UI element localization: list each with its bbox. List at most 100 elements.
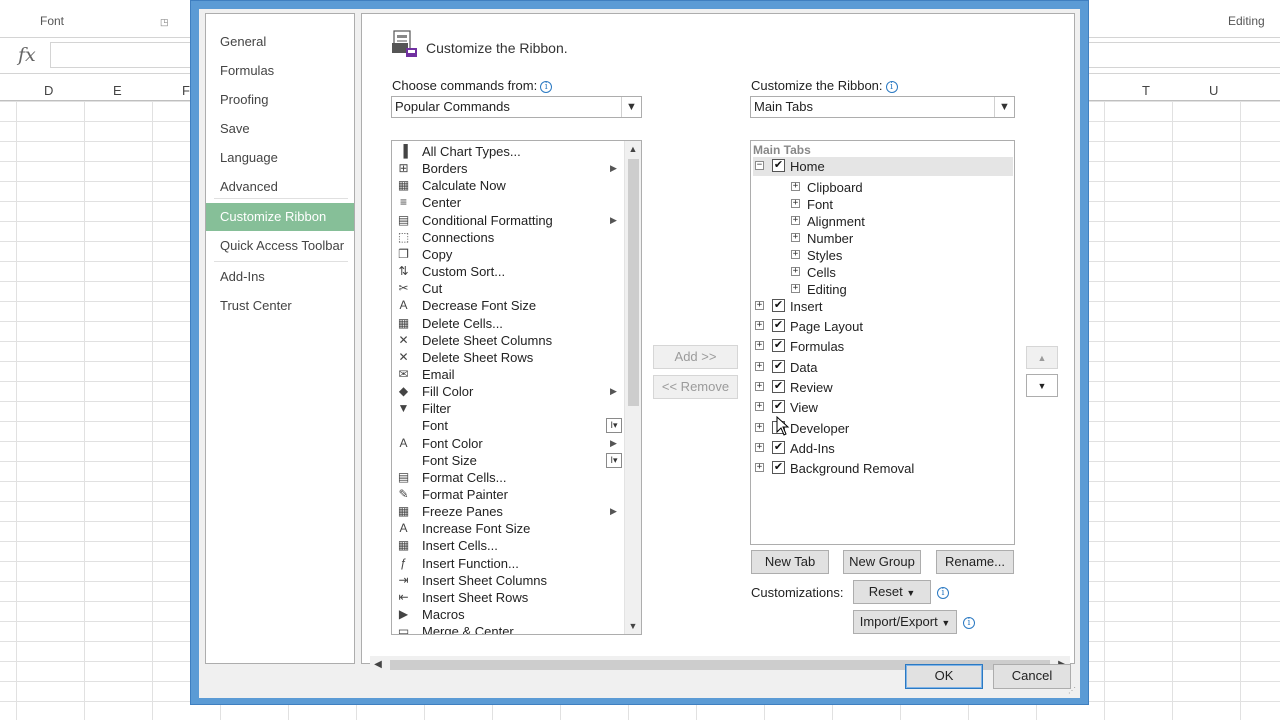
ok-button[interactable]: OK — [905, 664, 983, 689]
checkbox-checked[interactable]: ✔ — [772, 299, 785, 312]
tree-item-insert[interactable]: + ✔ Insert — [753, 297, 1013, 316]
customize-ribbon-dropdown[interactable]: Main Tabs ▼ — [750, 96, 1015, 118]
command-item[interactable]: ✉ Email — [394, 366, 620, 383]
command-item[interactable]: ƒ Insert Function... — [394, 555, 620, 572]
nav-item-language[interactable]: Language — [206, 144, 354, 172]
tree-item-formulas[interactable]: + ✔ Formulas — [753, 337, 1013, 356]
expand-icon[interactable]: + — [755, 423, 764, 432]
commands-list[interactable]: ▐ All Chart Types... ⊞ Borders ▶ ▦ Calculate N… — [391, 140, 642, 635]
rename-button[interactable]: Rename... — [936, 550, 1014, 574]
tree-item-home[interactable]: − ✔ Home — [753, 157, 1013, 176]
command-item[interactable]: ❐ Copy — [394, 246, 620, 263]
tree-item-view[interactable]: + ✔ View — [753, 398, 1013, 417]
checkbox-checked[interactable]: ✔ — [772, 339, 785, 352]
new-group-button[interactable]: New Group — [843, 550, 921, 574]
checkbox-checked[interactable]: ✔ — [772, 319, 785, 332]
remove-button[interactable]: << Remove — [653, 375, 738, 399]
move-down-button[interactable]: ▼ — [1026, 374, 1058, 397]
command-item[interactable]: ⇅ Custom Sort... — [394, 263, 620, 280]
insert-function-icon[interactable]: fx — [18, 44, 36, 66]
resize-grip-icon[interactable]: ⋰ — [1068, 686, 1076, 695]
nav-item-customize-ribbon[interactable]: Customize Ribbon — [206, 203, 354, 231]
tree-item-add-ins[interactable]: + ✔ Add-Ins — [753, 439, 1013, 458]
expand-icon[interactable]: + — [755, 402, 764, 411]
move-up-button[interactable]: ▲ — [1026, 346, 1058, 369]
command-item[interactable]: ▦ Insert Cells... — [394, 537, 620, 554]
expand-icon[interactable]: + — [791, 233, 800, 242]
column-header[interactable]: T — [1142, 83, 1150, 98]
command-item[interactable]: A Increase Font Size — [394, 520, 620, 537]
command-item[interactable]: ✎ Format Painter — [394, 486, 620, 503]
tree-item-background-removal[interactable]: + ✔ Background Removal — [753, 459, 1013, 478]
command-item[interactable]: ✂ Cut — [394, 280, 620, 297]
info-icon[interactable]: i — [885, 81, 898, 93]
expand-icon[interactable]: + — [791, 199, 800, 208]
command-item[interactable]: ✕ Delete Sheet Rows — [394, 349, 620, 366]
tree-item-review[interactable]: + ✔ Review — [753, 378, 1013, 397]
scroll-down-icon[interactable]: ▼ — [625, 618, 641, 634]
command-item[interactable]: ▦ Delete Cells... — [394, 315, 620, 332]
nav-item-advanced[interactable]: Advanced — [206, 173, 354, 201]
column-header[interactable]: U — [1209, 83, 1218, 98]
command-item[interactable]: ▐ All Chart Types... — [394, 143, 620, 160]
info-icon[interactable]: i — [540, 81, 553, 93]
command-item[interactable]: ▤ Conditional Formatting ▶ — [394, 212, 620, 229]
checkbox-checked[interactable]: ✔ — [772, 461, 785, 474]
dialog-launcher-icon[interactable]: ◳ — [160, 17, 169, 28]
cancel-button[interactable]: Cancel — [993, 664, 1071, 689]
scroll-thumb[interactable] — [628, 159, 639, 406]
command-item[interactable]: ◆ Fill Color ▶ — [394, 383, 620, 400]
expand-icon[interactable]: + — [791, 267, 800, 276]
nav-item-add-ins[interactable]: Add-Ins — [206, 263, 354, 291]
collapse-icon[interactable]: − — [755, 161, 764, 170]
nav-item-formulas[interactable]: Formulas — [206, 57, 354, 85]
command-item[interactable]: ▤ Format Cells... — [394, 469, 620, 486]
expand-icon[interactable]: + — [755, 443, 764, 452]
expand-icon[interactable]: + — [791, 182, 800, 191]
chevron-down-icon[interactable]: ▼ — [621, 97, 641, 117]
nav-item-proofing[interactable]: Proofing — [206, 86, 354, 114]
add-button[interactable]: Add >> — [653, 345, 738, 369]
command-item[interactable]: ⊞ Borders ▶ — [394, 160, 620, 177]
command-item[interactable]: ⬚ Connections — [394, 229, 620, 246]
command-item[interactable]: A Decrease Font Size — [394, 297, 620, 314]
expand-icon[interactable]: + — [791, 250, 800, 259]
expand-icon[interactable]: + — [755, 321, 764, 330]
checkbox-checked[interactable]: ✔ — [772, 441, 785, 454]
command-item[interactable]: ≡ Center — [394, 194, 620, 211]
expand-icon[interactable]: + — [755, 382, 764, 391]
expand-icon[interactable]: + — [755, 362, 764, 371]
expand-icon[interactable]: + — [791, 216, 800, 225]
command-item[interactable]: ▼ Filter — [394, 400, 620, 417]
command-item[interactable]: ⇥ Insert Sheet Columns — [394, 572, 620, 589]
chevron-down-icon[interactable]: ▼ — [994, 97, 1014, 117]
new-tab-button[interactable]: New Tab — [751, 550, 829, 574]
command-item[interactable]: ▶ Macros — [394, 606, 620, 623]
nav-item-general[interactable]: General — [206, 28, 354, 56]
nav-item-save[interactable]: Save — [206, 115, 354, 143]
column-header[interactable]: F — [182, 83, 190, 98]
command-item[interactable]: ⇤ Insert Sheet Rows — [394, 589, 620, 606]
command-item[interactable]: ▦ Calculate Now — [394, 177, 620, 194]
import-export-button[interactable]: Import/Export ▼ — [853, 610, 957, 634]
scroll-up-icon[interactable]: ▲ — [625, 141, 641, 157]
tree-item-developer[interactable]: + Developer — [753, 419, 1013, 438]
reset-button[interactable]: Reset ▼ — [853, 580, 931, 604]
commands-list-scrollbar[interactable]: ▲ ▼ — [624, 141, 641, 634]
command-item[interactable]: ✕ Delete Sheet Columns — [394, 332, 620, 349]
tree-item-data[interactable]: + ✔ Data — [753, 358, 1013, 377]
choose-commands-dropdown[interactable]: Popular Commands ▼ — [391, 96, 642, 118]
tree-item-page-layout[interactable]: + ✔ Page Layout — [753, 317, 1013, 336]
info-icon[interactable]: i — [937, 587, 949, 599]
checkbox-checked[interactable]: ✔ — [772, 159, 785, 172]
command-item[interactable]: Font Size I▾ — [394, 452, 622, 469]
expand-icon[interactable]: + — [791, 284, 800, 293]
ribbon-tabs-tree[interactable]: Main Tabs − ✔ Home + Clipboard + Font + Alignmen… — [750, 140, 1015, 545]
expand-icon[interactable]: + — [755, 301, 764, 310]
nav-item-trust-center[interactable]: Trust Center — [206, 292, 354, 320]
command-item[interactable]: Font I▾ — [394, 417, 622, 434]
nav-item-quick-access-toolbar[interactable]: Quick Access Toolbar — [206, 232, 354, 260]
info-icon[interactable]: i — [963, 617, 975, 629]
expand-icon[interactable]: + — [755, 341, 764, 350]
column-header[interactable]: D — [44, 83, 53, 98]
